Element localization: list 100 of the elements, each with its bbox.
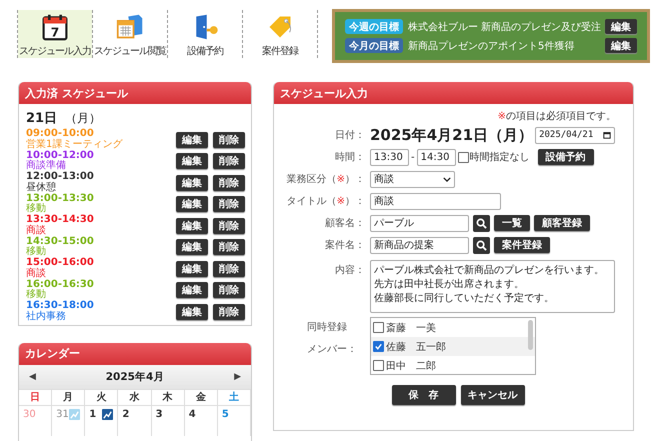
- schedule-title: 商談: [26, 268, 47, 280]
- day-number[interactable]: 2: [122, 408, 130, 420]
- schedule-title: 移動: [26, 204, 47, 214]
- field-label: 同時登録: [307, 320, 347, 334]
- panel-title: 入力済 スケジュール: [25, 86, 128, 100]
- delete-button[interactable]: 削除: [213, 260, 245, 277]
- goal-label: 今週の目標: [345, 19, 403, 34]
- checkbox[interactable]: [373, 322, 384, 333]
- end-time-field[interactable]: 14:30: [416, 148, 456, 166]
- edit-button[interactable]: 編集: [176, 174, 208, 191]
- delete-button[interactable]: 削除: [213, 132, 245, 148]
- edit-button[interactable]: 編集: [605, 19, 637, 34]
- edit-button[interactable]: 編集: [176, 132, 208, 148]
- date-field[interactable]: 2025/04/21: [535, 126, 616, 144]
- scrollbar[interactable]: [528, 320, 533, 350]
- edit-button[interactable]: 編集: [605, 38, 637, 53]
- weekday-header: 火: [85, 388, 118, 406]
- text-field[interactable]: パーブル: [370, 214, 469, 232]
- edit-button[interactable]: 編集: [176, 260, 208, 277]
- schedule-time: 13:30-14:30: [26, 215, 95, 226]
- field-label: 内容：: [334, 264, 365, 277]
- delete-button[interactable]: 削除: [213, 239, 245, 256]
- chevron-icon: [443, 176, 451, 182]
- edit-button[interactable]: 編集: [176, 218, 208, 234]
- member-name: 田中 二郎: [386, 360, 436, 372]
- content-field[interactable]: パーブル株式会社で新商品のプレゼンを行います。 先方は田中社長が出席されます。 佐藤部長に同行していただく予定です。: [370, 260, 615, 313]
- nav-item[interactable]: 案件登録: [243, 10, 317, 58]
- checkbox[interactable]: [373, 360, 384, 371]
- schedule-title: 営業1課ミーティング: [26, 140, 124, 150]
- checkbox[interactable]: [458, 152, 469, 162]
- nav-item[interactable]: 7 スケジュール入力: [18, 10, 92, 58]
- calendar-icon: 7: [40, 13, 70, 41]
- goal-label: 今月の目標: [345, 38, 403, 53]
- member-name: 斎藤 一美: [386, 322, 436, 334]
- weekday-header: 日: [19, 388, 52, 406]
- action-button[interactable]: 顧客登録: [534, 215, 590, 231]
- search-button[interactable]: [473, 236, 490, 254]
- schedule-time: 09:00-10:00: [26, 129, 95, 140]
- delete-button[interactable]: 削除: [213, 196, 245, 212]
- next-month-button[interactable]: ▶: [234, 372, 241, 382]
- weekday-header: 金: [184, 388, 218, 406]
- edit-button[interactable]: 編集: [176, 153, 208, 170]
- field-label: メンバー：: [307, 343, 357, 356]
- schedule-time: 14:30-15:00: [26, 236, 95, 247]
- action-button[interactable]: 案件登録: [494, 237, 550, 253]
- delete-button[interactable]: 削除: [213, 153, 245, 170]
- chart-icon[interactable]: [102, 408, 114, 420]
- day-number[interactable]: 3: [156, 408, 163, 420]
- edit-button[interactable]: 編集: [176, 239, 208, 256]
- delete-button[interactable]: 削除: [213, 304, 245, 320]
- edit-button[interactable]: 編集: [176, 196, 208, 212]
- text-field[interactable]: 新商品の提案: [370, 236, 469, 254]
- weekday-header: 土: [218, 388, 251, 406]
- delete-button[interactable]: 削除: [213, 174, 245, 191]
- category-select[interactable]: 商談: [370, 170, 455, 188]
- save-button[interactable]: 保 存: [392, 385, 456, 405]
- schedule-title: 商談準備: [26, 161, 67, 172]
- schedule-time: 16:30-18:00: [26, 301, 95, 312]
- checkbox-label: 時間指定なし: [470, 150, 530, 164]
- schedule-title: 商談: [26, 226, 47, 236]
- panel-title: カレンダー: [25, 346, 80, 361]
- field-label: 案件名：: [324, 238, 365, 252]
- delete-button[interactable]: 削除: [213, 282, 245, 298]
- weekday-header: 木: [152, 388, 185, 406]
- content-line: パーブル株式会社で新商品のプレゼンを行います。: [374, 264, 604, 278]
- date-heading: 2025年4月21日（月）: [370, 126, 534, 144]
- schedule-title: 社内事務: [26, 312, 67, 322]
- delete-button[interactable]: 削除: [213, 218, 245, 234]
- action-button[interactable]: 一覧: [494, 215, 530, 231]
- calendar-folder-icon: [115, 13, 145, 41]
- required-note: ※の項目は必須項目です。: [496, 110, 617, 124]
- day-number[interactable]: 1: [89, 408, 96, 420]
- nav-item[interactable]: 設備予約: [168, 10, 242, 58]
- cancel-button[interactable]: キャンセル: [460, 385, 524, 405]
- checkbox[interactable]: [373, 341, 384, 352]
- field-label: タイトル（※）：: [286, 195, 365, 208]
- panel-title: スケジュール入力: [280, 86, 368, 100]
- goal-text: 株式会社ブルー 新商品のプレゼン及び受注: [408, 20, 602, 34]
- schedule-time: 13:00-13:30: [26, 194, 95, 204]
- calendar-icon[interactable]: [603, 131, 612, 139]
- content-line: 佐藤部長に同行していただく予定です。: [374, 292, 554, 306]
- edit-button[interactable]: 編集: [176, 282, 208, 298]
- day-heading: 21日: [26, 111, 58, 126]
- schedule-time: 10:00-12:00: [26, 150, 95, 161]
- facility-button[interactable]: 設備予約: [538, 149, 594, 165]
- start-time-field[interactable]: 13:30: [370, 148, 409, 166]
- content-line: 先方は田中社長が出席されます。: [374, 278, 524, 292]
- field-label: 業務区分（※）：: [286, 172, 365, 186]
- title-field[interactable]: 商談: [370, 192, 501, 210]
- schedule-time: 12:00-13:00: [26, 172, 95, 182]
- schedule-title: 昼休憩: [26, 182, 57, 194]
- prev-month-button[interactable]: ◀: [29, 372, 36, 382]
- nav-item[interactable]: スケジュール閲覧: [93, 10, 167, 58]
- edit-button[interactable]: 編集: [176, 304, 208, 320]
- search-button[interactable]: [473, 214, 490, 232]
- day-number[interactable]: 4: [188, 408, 196, 420]
- day-number[interactable]: 5: [222, 408, 229, 420]
- schedule-title: 移動: [26, 290, 47, 300]
- weekday-header: 水: [118, 388, 152, 406]
- weekday-text: （月）: [65, 111, 102, 125]
